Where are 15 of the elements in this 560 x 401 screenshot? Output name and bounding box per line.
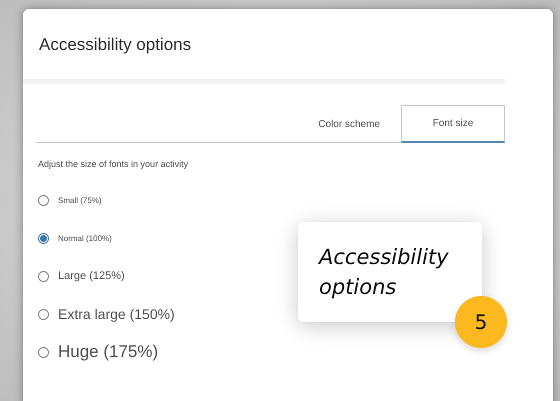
tab[interactable]: Font size — [401, 105, 505, 143]
radio-button[interactable] — [38, 270, 49, 282]
option-label: Huge (175%) — [58, 342, 158, 362]
option-label: Extra large (150%) — [58, 306, 175, 322]
radio-button[interactable] — [38, 232, 49, 244]
radio-button[interactable] — [38, 346, 49, 358]
tab[interactable]: Color scheme — [301, 105, 397, 143]
option-label: Normal (100%) — [58, 234, 112, 242]
option-label: Small (75%) — [58, 196, 102, 204]
callout-text: Accessibility options — [319, 244, 450, 301]
radio-button[interactable] — [38, 194, 49, 206]
option-label: Large (125%) — [58, 270, 125, 282]
radio-button[interactable] — [38, 308, 49, 320]
dialog-title: Accessibility options — [38, 34, 192, 56]
instruction-text: Adjust the size of fonts in your activity — [38, 159, 190, 169]
